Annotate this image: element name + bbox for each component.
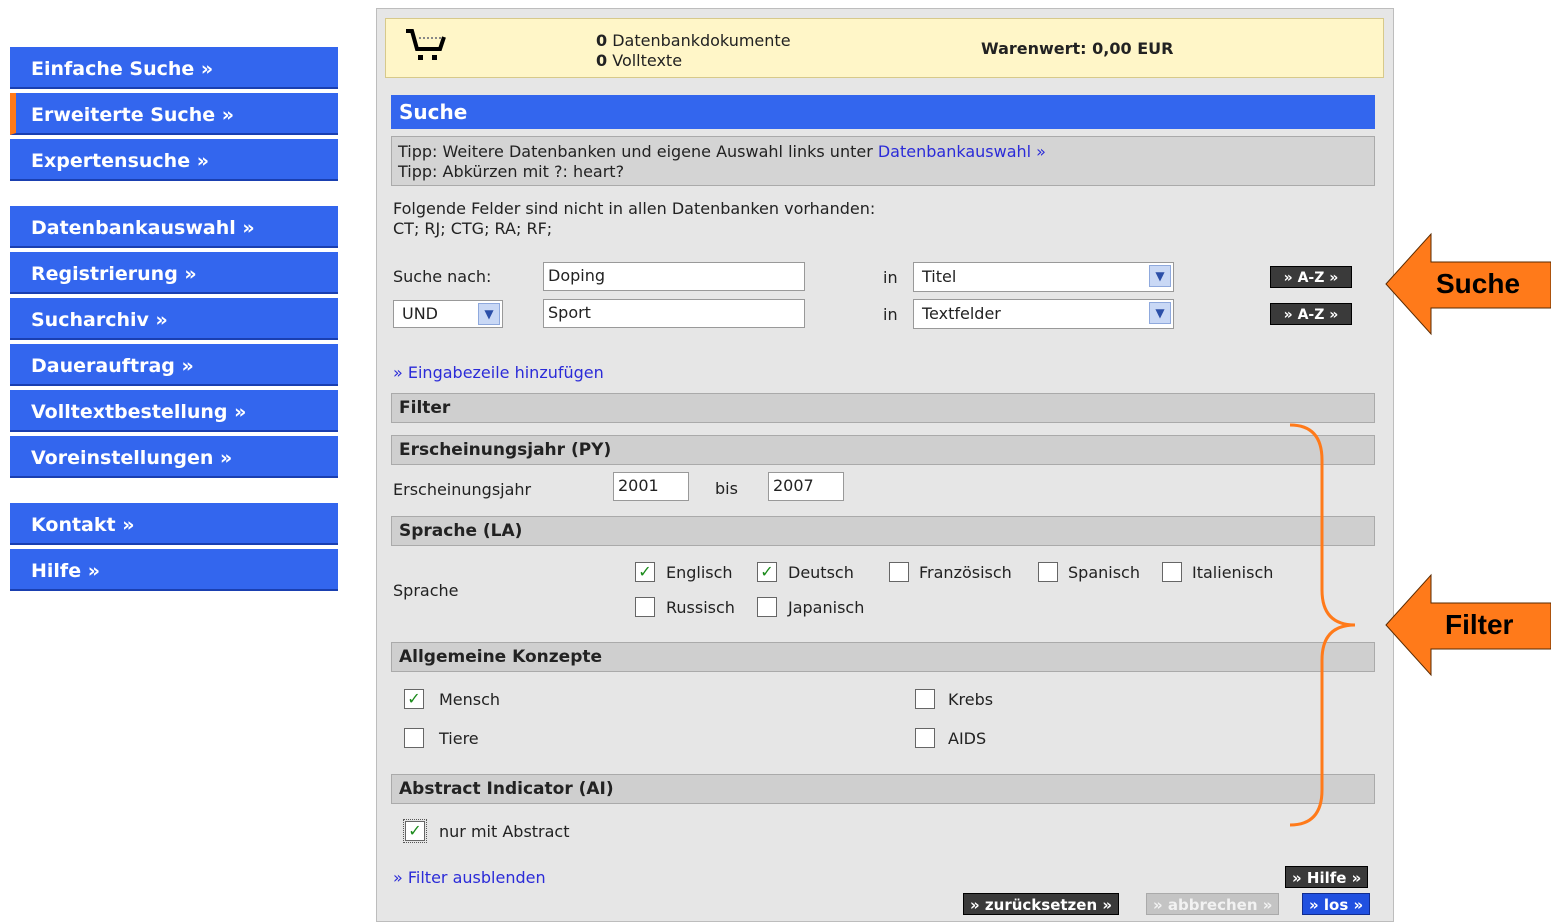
filter-callout-label: Filter (1445, 609, 1514, 640)
annotation-overlay (1289, 232, 1551, 827)
filter-brace (1289, 423, 1356, 827)
search-callout-label: Suche (1436, 268, 1521, 299)
